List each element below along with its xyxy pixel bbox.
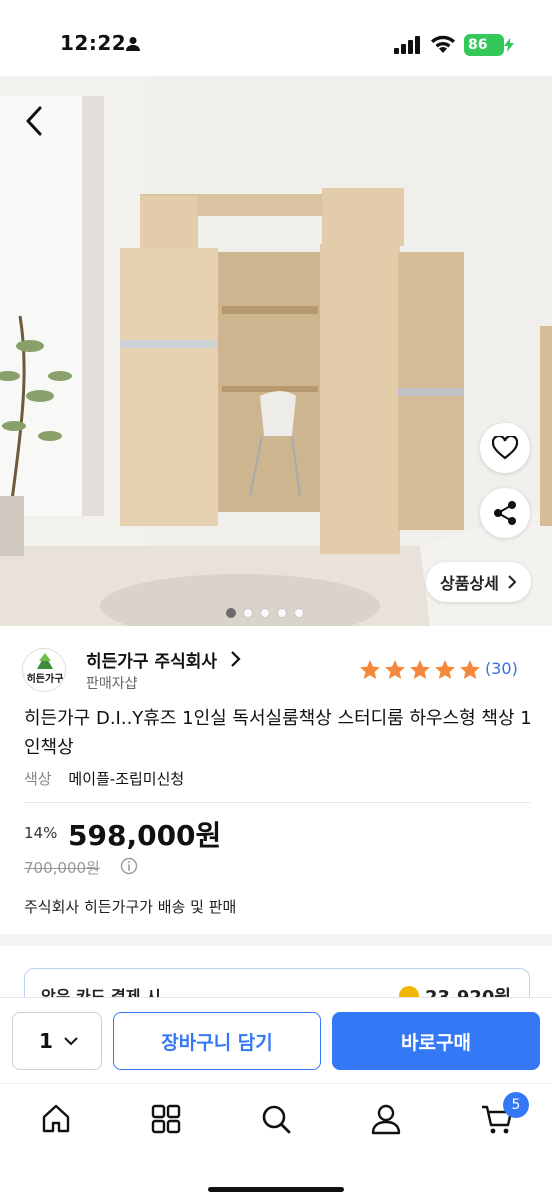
buy-now-button[interactable]: 바로구매: [332, 1012, 540, 1070]
status-bar: 12:22 86: [0, 0, 552, 76]
my-page-icon[interactable]: [369, 1102, 403, 1136]
carousel-indicator: [226, 608, 304, 618]
carousel-dot[interactable]: [243, 608, 253, 618]
wifi-icon: [431, 35, 455, 53]
product-title: 히든가구 D.I..Y휴즈 1인실 독서실룸책상 스터디룸 하우스형 책상 1인…: [24, 708, 532, 758]
star-icon: [385, 660, 405, 679]
share-icon: [494, 501, 516, 525]
option-label: 색상: [24, 770, 52, 788]
back-arrow-icon[interactable]: [20, 104, 50, 138]
quantity-value: 1: [39, 1029, 53, 1053]
star-icon: [435, 660, 455, 679]
home-indicator: [208, 1187, 344, 1192]
carousel-dot[interactable]: [226, 608, 236, 618]
star-icon: [410, 660, 430, 679]
cellular-signal-icon: [394, 36, 420, 54]
star-icon: [360, 660, 380, 679]
seller-logo[interactable]: 히든가구: [22, 648, 66, 692]
shipping-info: 주식회사 히든가구가 배송 및 판매: [24, 898, 237, 916]
category-grid-icon[interactable]: [149, 1102, 183, 1136]
battery-indicator: 86: [464, 34, 514, 56]
seller-name-link[interactable]: 히든가구 주식회사: [86, 647, 217, 672]
share-button[interactable]: [480, 488, 530, 538]
rating-stars[interactable]: [358, 658, 482, 682]
person-icon: [126, 37, 140, 51]
heart-icon: [492, 436, 518, 460]
quantity-select[interactable]: 1: [12, 1012, 102, 1070]
product-image-carousel[interactable]: 상품상세: [0, 76, 552, 626]
original-price: 700,000원: [24, 859, 100, 877]
status-time: 12:22: [60, 31, 127, 55]
chevron-down-icon: [64, 1037, 78, 1046]
add-to-cart-button[interactable]: 장바구니 담기: [113, 1012, 321, 1070]
carousel-dot[interactable]: [294, 608, 304, 618]
sale-price: 598,000원: [68, 819, 222, 852]
star-icon: [460, 660, 480, 679]
home-icon[interactable]: [39, 1102, 73, 1136]
bottom-nav: 5: [0, 1083, 552, 1200]
search-icon[interactable]: [259, 1102, 293, 1136]
battery-level: 86: [468, 37, 488, 53]
like-button[interactable]: [480, 423, 530, 473]
cart-count-badge: 5: [503, 1092, 529, 1118]
seller-logo-text: 히든가구: [27, 672, 64, 685]
carousel-dot[interactable]: [260, 608, 270, 618]
discount-rate: 14%: [24, 824, 58, 842]
seller-subtitle: 판매자샵: [86, 676, 138, 692]
product-photo: [0, 76, 552, 626]
chevron-right-icon[interactable]: [229, 650, 241, 668]
purchase-bar: 1 장바구니 담기 바로구매: [0, 997, 552, 1083]
option-value: 메이플-조립미신청: [68, 770, 185, 788]
section-divider: [0, 934, 552, 946]
charging-bolt-icon: [504, 38, 514, 52]
review-count-link[interactable]: (30): [485, 659, 518, 678]
product-option: 색상 메이플-조립미신청: [24, 768, 184, 789]
info-icon[interactable]: [120, 857, 138, 875]
divider: [24, 802, 530, 803]
seller-logo-graphic: 히든가구: [27, 653, 64, 685]
chevron-right-icon: [508, 575, 517, 589]
product-detail-label: 상품상세: [440, 574, 499, 593]
carousel-dot[interactable]: [277, 608, 287, 618]
product-detail-button[interactable]: 상품상세: [426, 562, 531, 602]
